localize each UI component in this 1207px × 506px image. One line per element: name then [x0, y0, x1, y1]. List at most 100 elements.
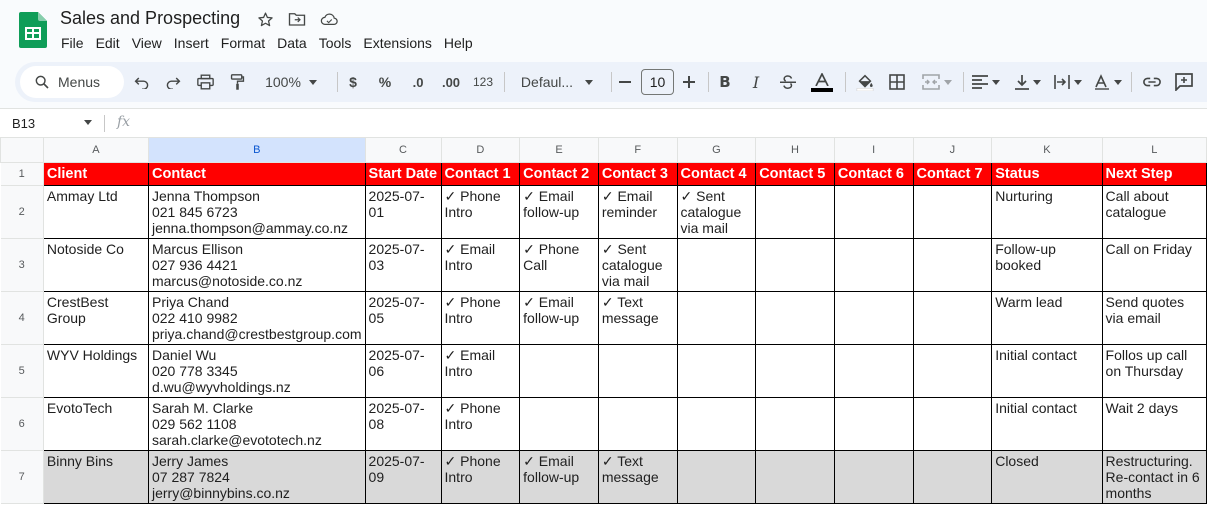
table-cell[interactable]: ✓ Email Intro — [440, 343, 521, 398]
table-cell[interactable]: Nurturing — [991, 184, 1103, 239]
table-cell[interactable] — [755, 343, 835, 398]
table-cell[interactable]: Restructuring. Re-contact in 6 months — [1101, 449, 1207, 504]
select-all-corner[interactable] — [0, 138, 44, 163]
table-cell[interactable]: 2025-07-03 — [364, 237, 442, 292]
table-cell[interactable] — [833, 290, 914, 345]
table-cell[interactable]: ✓ Phone Call — [519, 237, 599, 292]
currency-button[interactable]: $ — [343, 62, 363, 102]
table-cell[interactable] — [755, 237, 835, 292]
header-cell[interactable]: Client — [42, 161, 149, 186]
table-cell[interactable] — [912, 449, 993, 504]
zoom-select[interactable]: 100% — [255, 62, 327, 102]
table-cell[interactable]: Ammay Ltd — [42, 184, 149, 239]
table-cell[interactable] — [676, 449, 757, 504]
column-header[interactable]: G — [676, 138, 757, 163]
decrease-decimal-button[interactable]: .0 — [405, 62, 431, 102]
paint-format-icon[interactable] — [227, 62, 247, 102]
vertical-align-icon[interactable] — [1011, 62, 1045, 102]
column-header-selected[interactable]: B — [147, 138, 366, 163]
row-header[interactable]: 5 — [0, 343, 44, 398]
menu-extensions[interactable]: Extensions — [357, 33, 437, 53]
table-cell[interactable]: Warm lead — [991, 290, 1103, 345]
table-cell[interactable] — [912, 343, 993, 398]
column-header[interactable]: L — [1101, 138, 1207, 163]
header-cell[interactable]: Contact 3 — [597, 161, 678, 186]
column-header[interactable]: E — [519, 138, 599, 163]
table-cell[interactable]: Call about catalogue — [1101, 184, 1207, 239]
table-cell[interactable] — [676, 343, 757, 398]
table-cell[interactable]: ✓ Sent catalogue via mail — [676, 184, 757, 239]
column-header[interactable]: A — [42, 138, 149, 163]
redo-icon[interactable] — [163, 62, 183, 102]
table-cell[interactable] — [912, 237, 993, 292]
increase-decimal-button[interactable]: .00 — [437, 62, 465, 102]
table-cell[interactable] — [755, 184, 835, 239]
font-select[interactable]: Defaul... — [515, 62, 599, 102]
merge-cells-icon[interactable] — [917, 62, 957, 102]
borders-icon[interactable] — [887, 62, 907, 102]
print-icon[interactable] — [195, 62, 215, 102]
header-cell[interactable]: Contact 7 — [912, 161, 993, 186]
table-cell[interactable]: 2025-07-05 — [364, 290, 442, 345]
bold-icon[interactable]: B — [715, 62, 735, 102]
table-cell[interactable]: Priya Chand 022 410 9982 priya.chand@cre… — [147, 290, 366, 345]
table-cell[interactable]: Daniel Wu 020 778 3345 d.wu@wyvholdings.… — [147, 343, 366, 398]
table-cell[interactable]: ✓ Phone Intro — [440, 290, 521, 345]
table-cell[interactable]: ✓ Text message — [597, 449, 678, 504]
row-header[interactable]: 3 — [0, 237, 44, 292]
column-header[interactable]: K — [991, 138, 1103, 163]
fill-color-icon[interactable] — [853, 62, 877, 102]
table-cell[interactable]: EvotoTech — [42, 396, 149, 451]
column-header[interactable]: F — [597, 138, 678, 163]
table-cell[interactable]: ✓ Sent catalogue via mail — [597, 237, 678, 292]
column-header[interactable]: J — [912, 138, 993, 163]
header-cell[interactable]: Contact — [147, 161, 366, 186]
table-cell[interactable]: Jenna Thompson 021 845 6723 jenna.thomps… — [147, 184, 366, 239]
row-header[interactable]: 2 — [0, 184, 44, 239]
table-cell[interactable] — [676, 396, 757, 451]
column-header[interactable]: C — [364, 138, 442, 163]
table-cell[interactable]: 2025-07-01 — [364, 184, 442, 239]
percent-button[interactable]: % — [375, 62, 395, 102]
header-cell[interactable]: Contact 1 — [440, 161, 521, 186]
table-cell[interactable] — [833, 396, 914, 451]
header-cell[interactable]: Start Date — [364, 161, 442, 186]
table-cell[interactable]: Binny Bins — [42, 449, 149, 504]
row-header[interactable]: 6 — [0, 396, 44, 451]
row-header[interactable]: 1 — [0, 161, 44, 186]
table-cell[interactable] — [912, 396, 993, 451]
table-cell[interactable] — [755, 449, 835, 504]
table-cell[interactable]: ✓ Email Intro — [440, 237, 521, 292]
table-cell[interactable]: WYV Holdings — [42, 343, 149, 398]
strikethrough-icon[interactable] — [778, 62, 798, 102]
menu-edit[interactable]: Edit — [90, 33, 126, 53]
table-cell[interactable]: Send quotes via email — [1101, 290, 1207, 345]
table-cell[interactable]: ✓ Phone Intro — [440, 184, 521, 239]
insert-comment-icon[interactable] — [1173, 62, 1195, 102]
table-cell[interactable] — [676, 290, 757, 345]
table-cell[interactable]: Initial contact — [991, 343, 1103, 398]
row-header[interactable]: 7 — [0, 449, 44, 504]
header-cell[interactable]: Contact 4 — [676, 161, 757, 186]
table-cell[interactable] — [833, 343, 914, 398]
table-cell[interactable]: ✓ Email follow-up — [519, 449, 599, 504]
text-rotation-icon[interactable] — [1091, 62, 1125, 102]
document-title[interactable]: Sales and Prospecting — [60, 8, 240, 29]
header-cell[interactable]: Status — [991, 161, 1103, 186]
table-cell[interactable] — [597, 396, 678, 451]
table-cell[interactable]: Marcus Ellison 027 936 4421 marcus@notos… — [147, 237, 366, 292]
table-cell[interactable]: Notoside Co — [42, 237, 149, 292]
undo-icon[interactable] — [132, 62, 152, 102]
table-cell[interactable]: Follos up call on Thursday — [1101, 343, 1207, 398]
horizontal-align-icon[interactable] — [969, 62, 1003, 102]
column-header[interactable]: H — [755, 138, 835, 163]
menu-file[interactable]: File — [60, 33, 90, 53]
table-cell[interactable] — [676, 237, 757, 292]
table-cell[interactable] — [833, 237, 914, 292]
table-cell[interactable] — [519, 396, 599, 451]
table-cell[interactable]: Follow-up booked — [991, 237, 1103, 292]
text-color-icon[interactable] — [810, 62, 834, 102]
table-cell[interactable] — [597, 343, 678, 398]
table-cell[interactable]: Sarah M. Clarke 029 562 1108 sarah.clark… — [147, 396, 366, 451]
star-icon[interactable] — [256, 10, 274, 28]
